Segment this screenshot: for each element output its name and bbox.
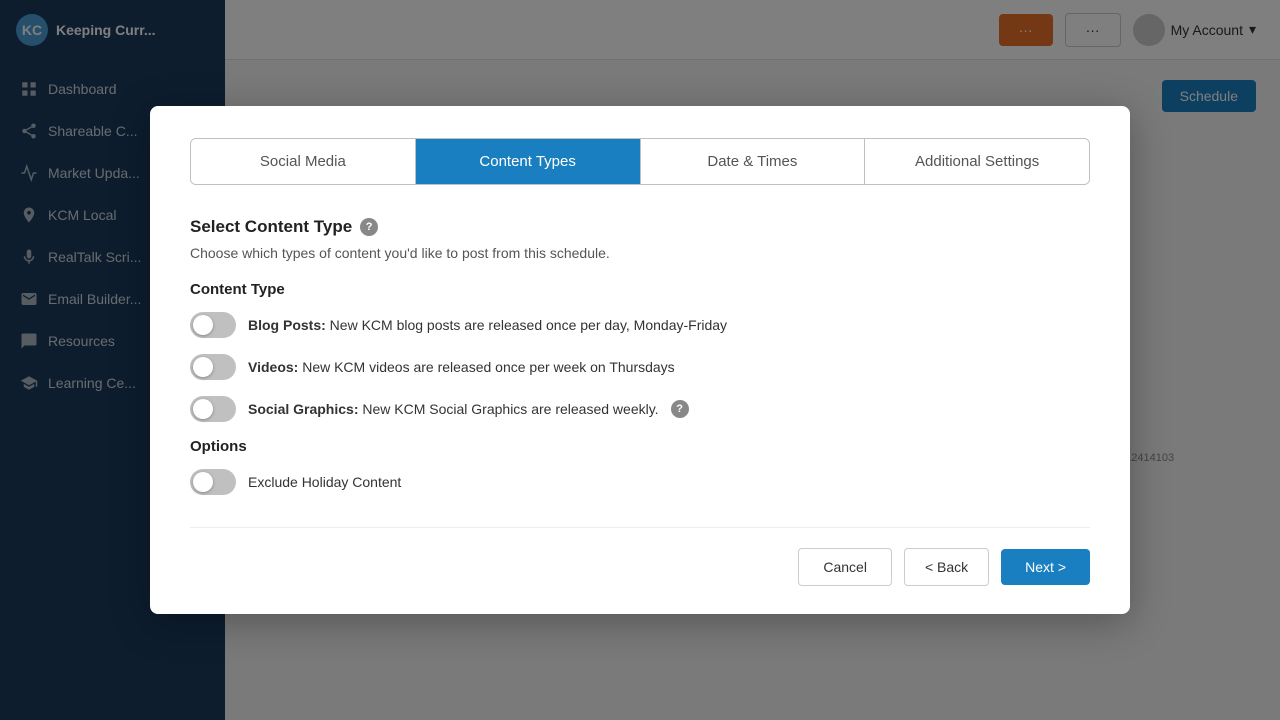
videos-label: Videos: New KCM videos are released once… [248,359,675,375]
section-title: Select Content Type ? [190,217,1090,237]
videos-toggle[interactable] [190,354,236,380]
modal-tabs: Social Media Content Types Date & Times … [190,138,1090,185]
modal-footer: Cancel < Back Next > [190,527,1090,586]
back-button[interactable]: < Back [904,548,989,586]
tab-additional-settings[interactable]: Additional Settings [865,139,1089,184]
toggle-row-social-graphics: Social Graphics: New KCM Social Graphics… [190,396,1090,422]
toggle-row-videos: Videos: New KCM videos are released once… [190,354,1090,380]
blog-posts-label: Blog Posts: New KCM blog posts are relea… [248,317,727,333]
content-type-heading: Content Type [190,281,1090,298]
section-desc: Choose which types of content you'd like… [190,245,1090,261]
modal: Social Media Content Types Date & Times … [150,106,1130,614]
toggle-row-exclude-holiday: Exclude Holiday Content [190,469,1090,495]
social-graphics-label: Social Graphics: New KCM Social Graphics… [248,401,659,417]
tab-date-times[interactable]: Date & Times [641,139,866,184]
options-heading: Options [190,438,1090,455]
section-help-icon[interactable]: ? [360,218,378,236]
exclude-holiday-label: Exclude Holiday Content [248,474,401,490]
modal-overlay: Social Media Content Types Date & Times … [0,0,1280,720]
toggle-row-blog-posts: Blog Posts: New KCM blog posts are relea… [190,312,1090,338]
tab-content-types[interactable]: Content Types [416,139,641,184]
next-button[interactable]: Next > [1001,549,1090,585]
social-graphics-toggle[interactable] [190,396,236,422]
exclude-holiday-toggle[interactable] [190,469,236,495]
blog-posts-toggle[interactable] [190,312,236,338]
social-graphics-help-icon[interactable]: ? [671,400,689,418]
tab-social-media[interactable]: Social Media [191,139,416,184]
cancel-button[interactable]: Cancel [798,548,892,586]
